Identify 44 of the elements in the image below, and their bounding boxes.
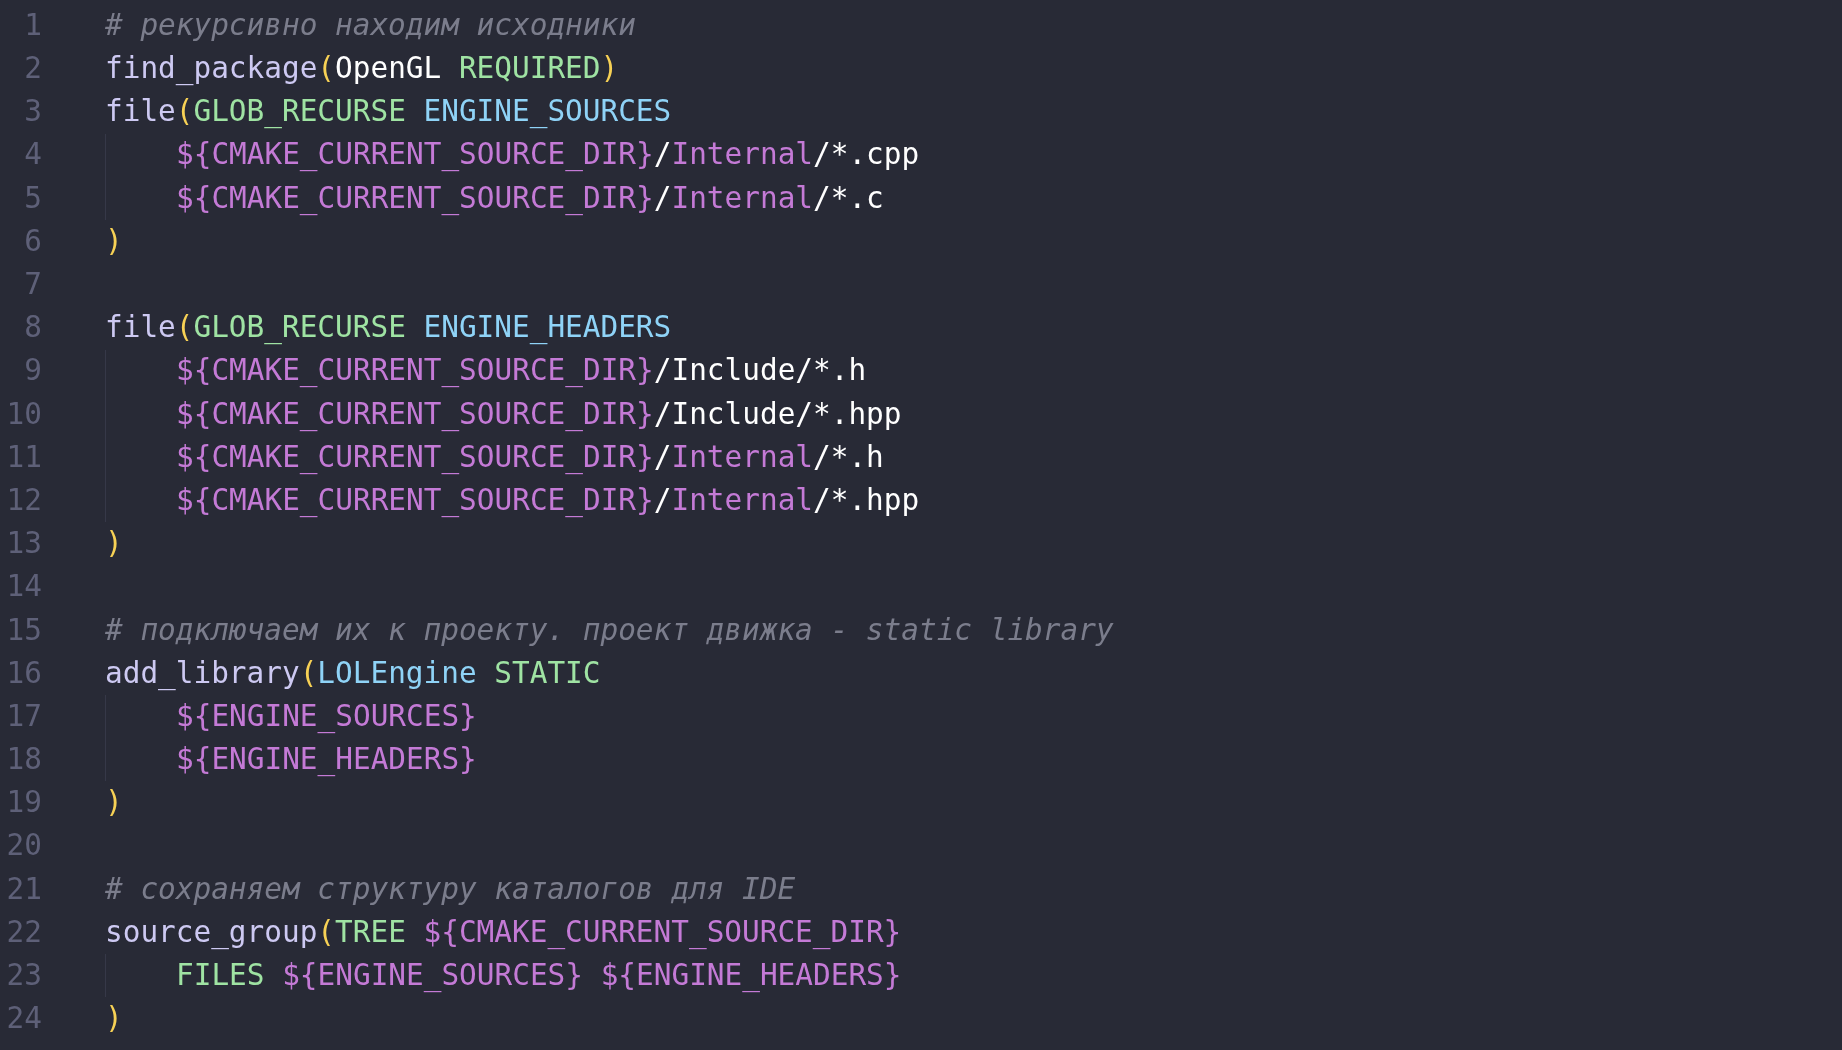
- line-number: 6: [23, 226, 42, 257]
- code-line: FILES ${ENGINE_SOURCES} ${ENGINE_HEADERS}: [176, 961, 902, 991]
- line-number: 17: [5, 701, 42, 732]
- code-line: file(GLOB_RECURSE ENGINE_SOURCES: [105, 97, 672, 127]
- line-number: 4: [23, 140, 42, 170]
- line-number: 12: [5, 485, 42, 516]
- line-number: 24: [5, 1004, 42, 1034]
- code-line: ${CMAKE_CURRENT_SOURCE_DIR}/Internal/*.cpp: [176, 140, 920, 170]
- line-number: 2: [23, 54, 42, 84]
- code-comment: # подключаем их к проекту. проект движка - static library: [105, 615, 1114, 645]
- code-line: ${CMAKE_CURRENT_SOURCE_DIR}/Include/*.h: [176, 356, 867, 386]
- code-line: source_group(TREE ${CMAKE_CURRENT_SOURCE_DIR}: [105, 917, 902, 948]
- code-comment: # сохраняем структуру каталогов для IDE: [105, 874, 796, 905]
- code-line: find_package(OpenGL REQUIRED): [105, 54, 619, 84]
- code-line: ${ENGINE_HEADERS}: [176, 745, 477, 775]
- line-number: 16: [5, 658, 42, 689]
- line-number: 18: [5, 745, 42, 775]
- code-line: ${CMAKE_CURRENT_SOURCE_DIR}/Internal/*.h: [176, 442, 884, 473]
- line-number: 22: [5, 917, 42, 948]
- code-line: ): [105, 226, 123, 257]
- line-number: 11: [5, 442, 42, 473]
- line-number: 3: [23, 97, 42, 127]
- line-number: 10: [5, 399, 42, 429]
- code-line: ): [105, 1004, 123, 1034]
- line-number: 23: [5, 961, 42, 991]
- line-number: 1: [23, 10, 42, 41]
- line-number: 15: [5, 615, 42, 645]
- code-comment: # рекурсивно находим исходники: [105, 10, 636, 41]
- line-number: 5: [23, 183, 42, 214]
- code-line: file(GLOB_RECURSE ENGINE_HEADERS: [105, 313, 672, 343]
- line-number: 19: [5, 788, 42, 818]
- line-number: 7: [23, 270, 42, 300]
- line-number: 21: [5, 874, 42, 905]
- line-number: 9: [23, 356, 42, 386]
- code-line: add_library(LOLEngine STATIC: [105, 658, 601, 689]
- line-number: 13: [5, 529, 42, 559]
- code-line: ): [105, 788, 123, 818]
- line-number: 14: [5, 572, 42, 602]
- line-number: 20: [5, 831, 42, 861]
- code-line: ): [105, 529, 123, 559]
- code-line: ${CMAKE_CURRENT_SOURCE_DIR}/Internal/*.hpp: [176, 485, 920, 516]
- line-number: 8: [23, 313, 42, 343]
- code-line: ${CMAKE_CURRENT_SOURCE_DIR}/Internal/*.c: [176, 183, 884, 214]
- code-line: ${ENGINE_SOURCES}: [176, 701, 477, 732]
